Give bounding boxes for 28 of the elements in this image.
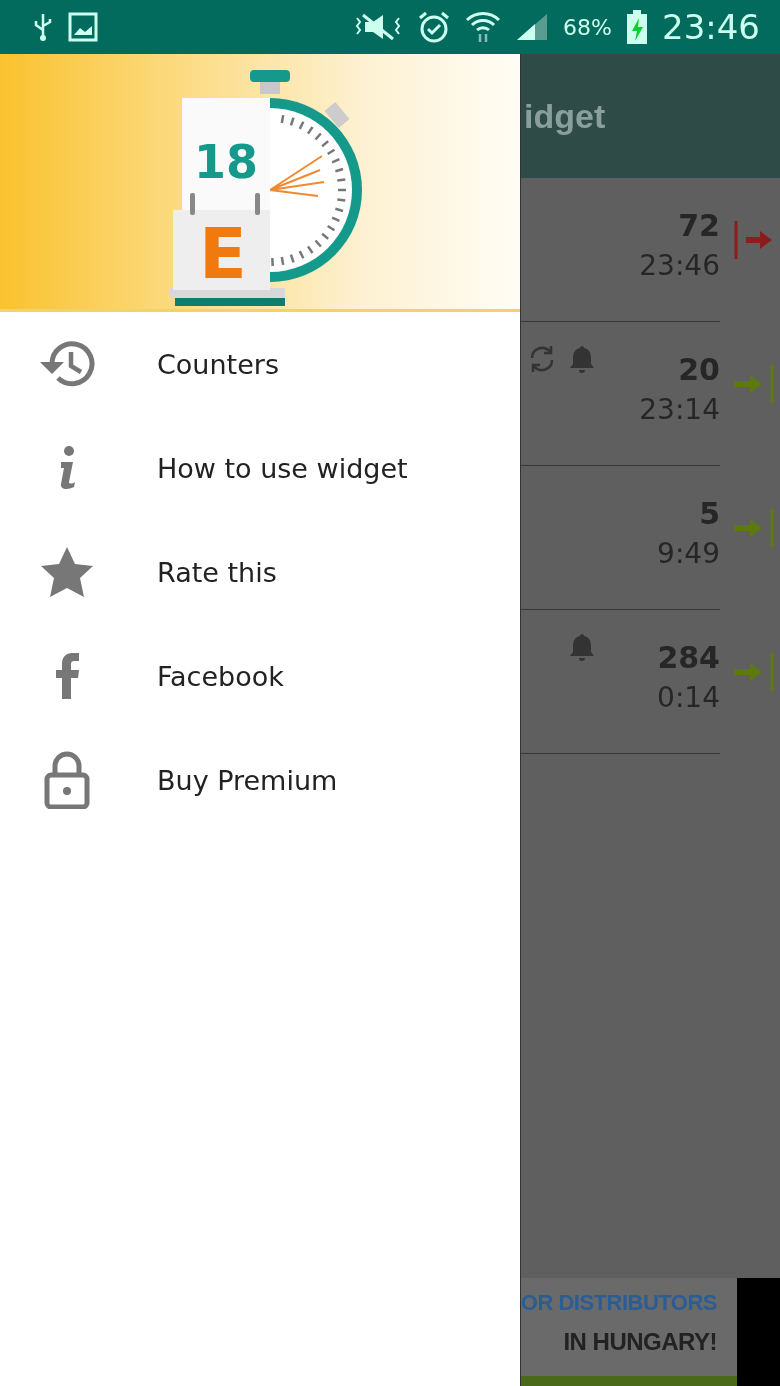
clock: 23:46 bbox=[662, 7, 760, 47]
usb-icon bbox=[32, 12, 54, 42]
counter-value: 72 bbox=[678, 207, 720, 243]
counter-time: 23:46 bbox=[639, 248, 720, 282]
battery-charging-icon bbox=[626, 9, 648, 45]
ad-headline: OR DISTRIBUTORS bbox=[520, 1290, 717, 1316]
alarm-icon bbox=[417, 10, 452, 44]
ad-subline: IN HUNGARY! bbox=[563, 1328, 717, 1356]
logo-drawing: 18 E bbox=[165, 68, 395, 308]
wifi-icon bbox=[465, 10, 502, 44]
facebook-icon bbox=[54, 653, 80, 699]
image-icon bbox=[68, 12, 98, 42]
counter-value: 5 bbox=[699, 495, 720, 531]
counter-value: 284 bbox=[657, 639, 720, 675]
counter-time: 23:14 bbox=[639, 392, 720, 426]
counter-value: 20 bbox=[678, 351, 720, 387]
app-title: idget bbox=[524, 96, 606, 136]
signal-icon bbox=[515, 12, 550, 42]
drawer-menu-item[interactable]: Buy Premium bbox=[0, 728, 520, 832]
drawer-menu-item[interactable]: Counters bbox=[0, 312, 520, 416]
battery-level: 68% bbox=[563, 14, 612, 40]
drawer-menu-item[interactable]: How to use widget bbox=[0, 416, 520, 520]
counter-time: 9:49 bbox=[657, 536, 720, 570]
counter-time: 0:14 bbox=[657, 680, 720, 714]
drawer-menu-item[interactable]: Rate this bbox=[0, 520, 520, 624]
star-icon bbox=[40, 546, 94, 598]
lock-icon bbox=[44, 751, 90, 809]
drawer-menu-item[interactable]: Facebook bbox=[0, 624, 520, 728]
